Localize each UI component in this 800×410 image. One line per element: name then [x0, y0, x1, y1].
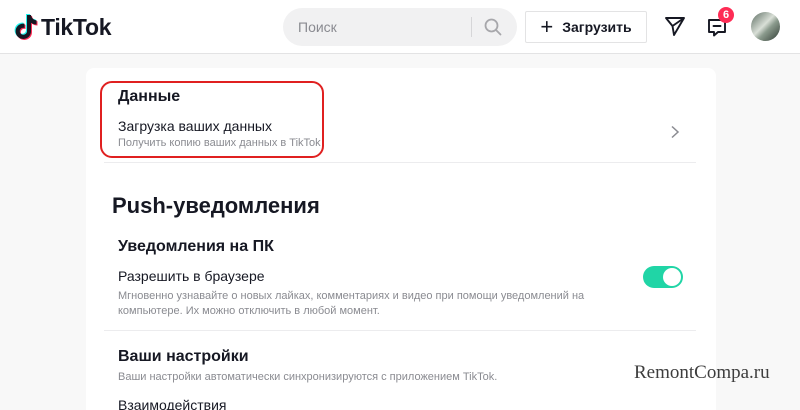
- download-data-subtitle: Получить копию ваших данных в TikTok: [118, 137, 321, 149]
- browser-allow-label: Разрешить в браузере: [118, 268, 265, 284]
- upload-button[interactable]: + Загрузить: [525, 11, 647, 43]
- logo-text: TikTok: [41, 13, 112, 40]
- divider: [104, 162, 696, 163]
- avatar[interactable]: [751, 12, 780, 41]
- push-section-title: Push-уведомления: [112, 193, 320, 218]
- top-bar: TikTok Поиск + Загрузить 6: [0, 0, 800, 54]
- browser-notifications-toggle[interactable]: [643, 266, 683, 288]
- send-icon[interactable]: [664, 15, 686, 37]
- pc-notifications-title: Уведомления на ПК: [118, 238, 274, 255]
- upload-label: Загрузить: [562, 19, 632, 35]
- watermark-text: RemontCompa.ru: [634, 362, 770, 383]
- your-settings-subtitle: Ваши настройки автоматически синхронизир…: [118, 371, 498, 383]
- tiktok-note-icon: [14, 14, 38, 40]
- search-icon[interactable]: [484, 18, 502, 36]
- divider: [104, 330, 696, 331]
- plus-icon: +: [540, 14, 554, 39]
- browser-allow-description: Мгновенно узнавайте о новых лайках, комм…: [118, 289, 588, 318]
- data-section-title: Данные: [118, 88, 181, 105]
- toggle-knob: [663, 268, 681, 286]
- search-divider: [471, 17, 472, 37]
- download-data-title[interactable]: Загрузка ваших данных: [118, 118, 272, 134]
- inbox-badge: 6: [718, 7, 734, 23]
- browser-desc-line1: Мгновенно узнавайте о новых лайках, комм…: [118, 290, 585, 302]
- chevron-right-icon[interactable]: [669, 125, 681, 139]
- tiktok-logo[interactable]: TikTok: [14, 12, 112, 42]
- search-input[interactable]: Поиск: [298, 19, 337, 35]
- interactions-item[interactable]: Взаимодействия: [118, 397, 227, 410]
- search-bar[interactable]: Поиск: [283, 8, 517, 46]
- browser-desc-line2: компьютере. Их можно отключить в любой м…: [118, 305, 380, 317]
- your-settings-title: Ваши настройки: [118, 348, 249, 365]
